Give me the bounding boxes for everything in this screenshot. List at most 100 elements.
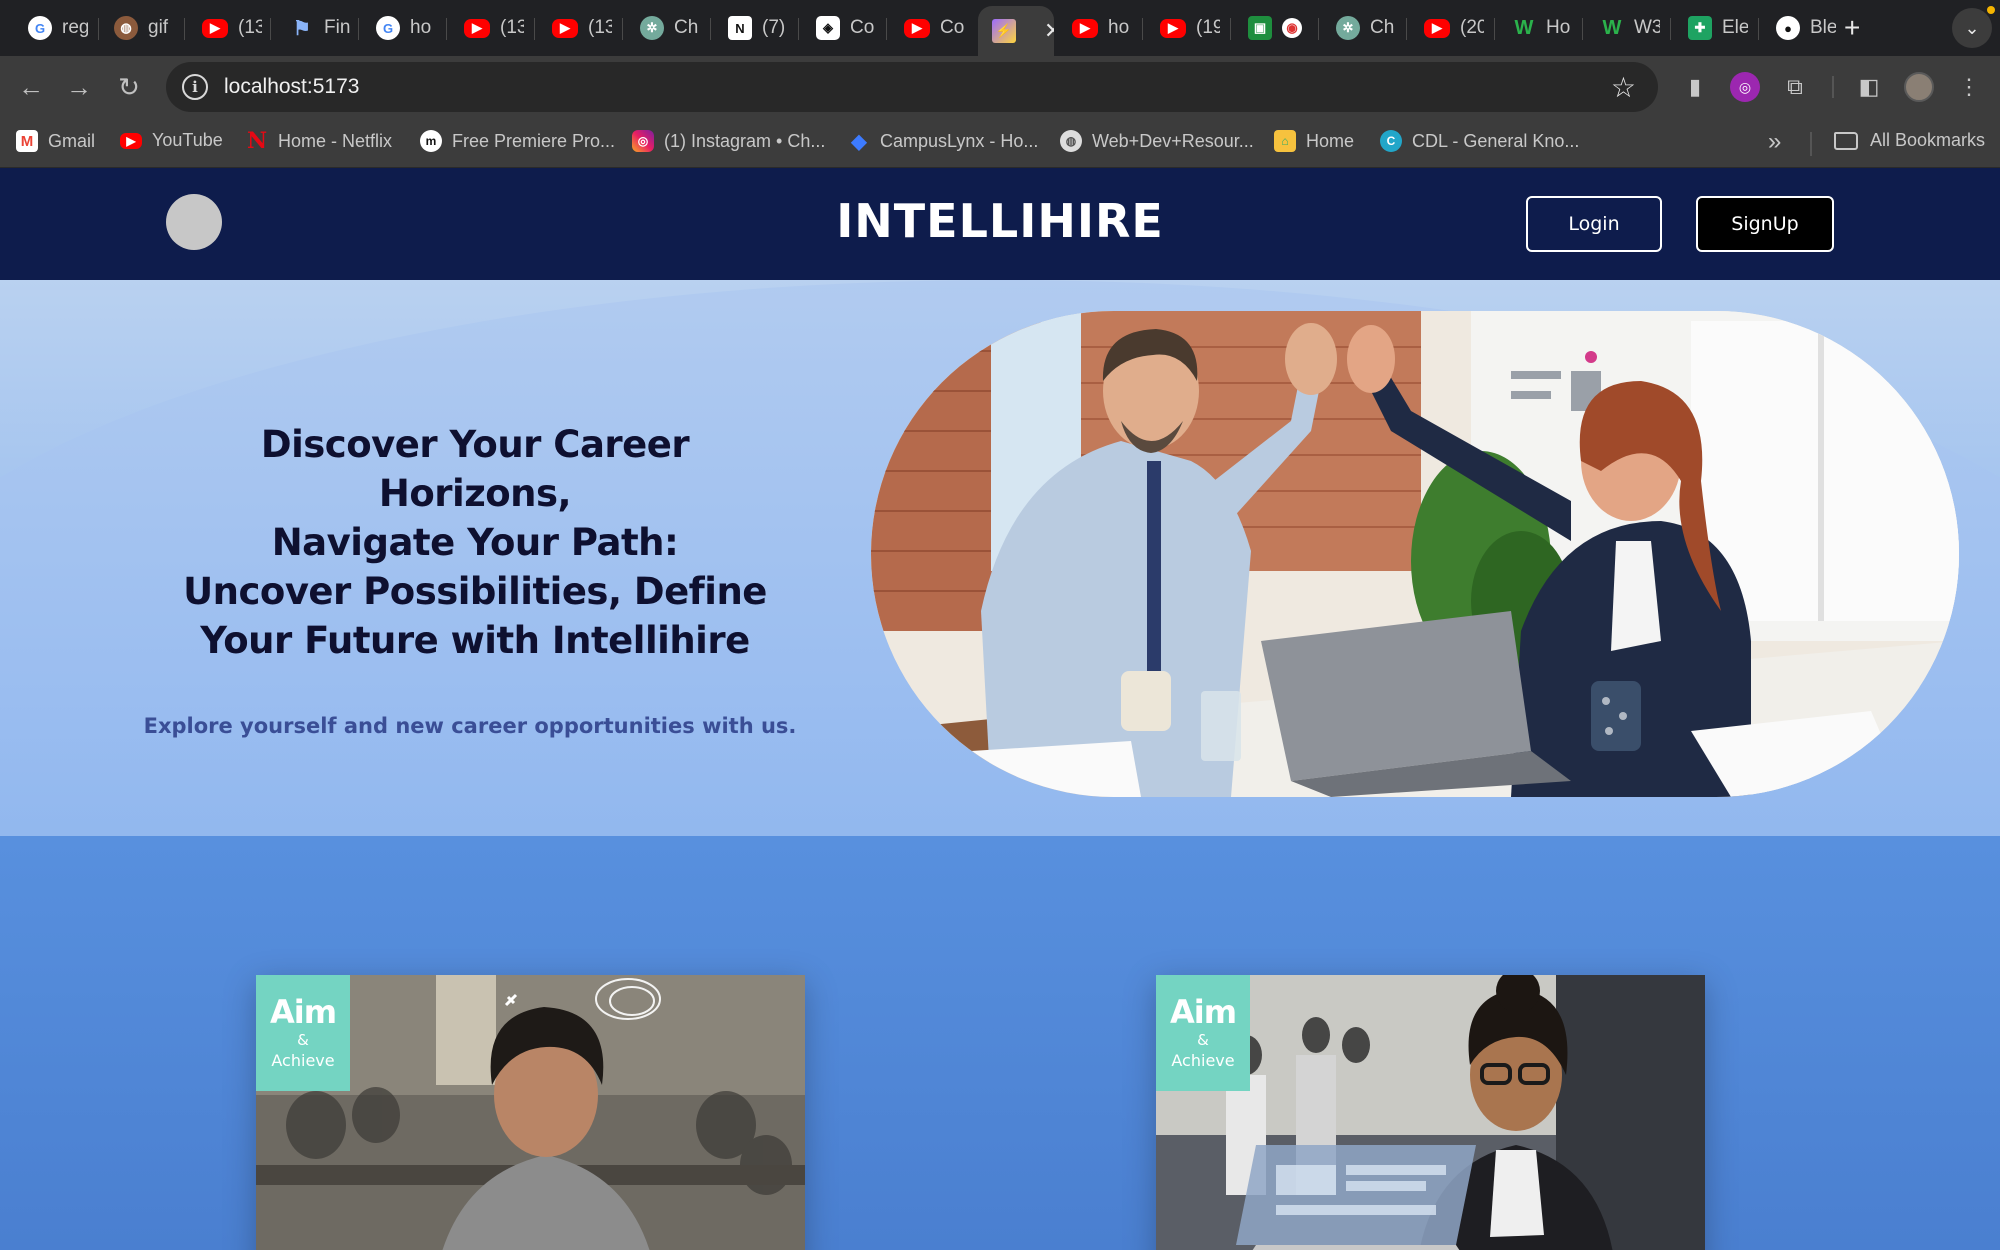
tab-search-menu-button[interactable]: ⌄	[1952, 8, 1992, 48]
home-icon: ⌂	[1274, 130, 1296, 152]
tab-title: Ch	[1370, 17, 1395, 38]
back-button[interactable]: ←	[12, 68, 50, 106]
signup-button[interactable]: SignUp	[1696, 196, 1834, 252]
address-bar[interactable]: i localhost:5173 ☆	[166, 62, 1658, 112]
page-viewport: INTELLIHIRE Login SignUp Discover Your C…	[0, 168, 2000, 1250]
youtube-icon: ▶	[1160, 18, 1186, 38]
new-tab-button[interactable]: +	[1844, 12, 1860, 44]
tab-title: Fin	[324, 17, 350, 38]
bookmark-cdl[interactable]: C CDL - General Kno...	[1380, 130, 1579, 152]
gmail-icon: M	[16, 130, 38, 152]
aim-achieve-badge: Aim & Achieve	[1156, 975, 1250, 1091]
tab-reg[interactable]: Greg	[14, 10, 88, 46]
site-header: INTELLIHIRE Login SignUp	[0, 168, 2000, 280]
extension-icon[interactable]: ▮	[1680, 72, 1710, 102]
tab-youtube-6[interactable]: ▶ (19	[1146, 10, 1220, 46]
tab-google-ho[interactable]: Gho	[362, 10, 436, 46]
arrow-left-icon: ←	[18, 71, 44, 102]
browser-tab-strip: Greg ◍ gif ▶ (13 ⚑ Fin Gho ▶ (13 ▶ (13 ✲ Ch N (…	[0, 0, 2000, 56]
tab-notion[interactable]: N (7)	[714, 10, 788, 46]
login-button[interactable]: Login	[1526, 196, 1662, 252]
bookmark-label: Home - Netflix	[278, 130, 393, 151]
forward-button[interactable]: →	[60, 68, 98, 106]
bookmark-premiere[interactable]: m Free Premiere Pro...	[420, 130, 615, 152]
tab-w3-1[interactable]: W Ho	[1498, 10, 1572, 46]
all-bookmarks-button[interactable]: All Bookmarks	[1834, 130, 1985, 151]
tab-title: Co	[850, 17, 875, 38]
site-info-icon[interactable]: i	[182, 74, 208, 100]
sheets-icon: ✚	[1688, 16, 1712, 40]
tab-youtube-7[interactable]: ▶ (20	[1410, 10, 1484, 46]
tab-title: (13	[500, 17, 524, 38]
hero-photo-highfive	[871, 311, 1959, 797]
tab-chatgpt-1[interactable]: ✲ Ch	[626, 10, 700, 46]
codepen-icon: ◈	[816, 16, 840, 40]
tab-separator	[1670, 18, 1671, 40]
w3-icon: W	[1602, 16, 1622, 39]
tab-separator	[534, 18, 535, 40]
badge-ampersand: &	[1197, 1031, 1209, 1049]
folder-icon	[1834, 131, 1858, 150]
reload-button[interactable]: ↻	[110, 68, 148, 106]
close-icon[interactable]: ✕	[1044, 18, 1054, 44]
bookmark-webdev[interactable]: ◍ Web+Dev+Resour...	[1060, 130, 1254, 152]
globe-icon: ◍	[114, 16, 138, 40]
kebab-menu-icon[interactable]: ⋮	[1954, 72, 1984, 102]
bookmark-label: Web+Dev+Resour...	[1092, 130, 1254, 151]
tab-meet[interactable]: ▣ ◉	[1234, 10, 1308, 46]
puzzle-icon[interactable]: ⧉	[1780, 72, 1810, 102]
bookmark-home[interactable]: ⌂ Home	[1274, 130, 1354, 152]
tab-title: (7)	[762, 17, 786, 38]
more-bookmarks-button[interactable]: »	[1768, 128, 1781, 156]
tab-youtube-5[interactable]: ▶ ho	[1058, 10, 1132, 46]
cdl-icon: C	[1380, 130, 1402, 152]
hero-section: Discover Your Career Horizons, Navigate …	[0, 280, 2000, 836]
tab-codepen[interactable]: ◈ Co	[802, 10, 876, 46]
address-url[interactable]: localhost:5173	[224, 75, 359, 99]
badge-subtitle: Achieve	[1171, 1051, 1235, 1070]
feature-card-student[interactable]: Aim & Achieve	[256, 975, 805, 1250]
notification-dot	[1987, 6, 1995, 14]
feature-card-professional[interactable]: Aim & Achieve	[1156, 975, 1705, 1250]
side-panel-icon[interactable]: ◧	[1854, 72, 1884, 102]
extension-purple-icon[interactable]: ◎	[1730, 72, 1760, 102]
tab-sheets[interactable]: ✚ Ele	[1674, 10, 1748, 46]
profile-avatar[interactable]	[1904, 72, 1934, 102]
toolbar-divider	[1832, 76, 1834, 98]
bookmark-instagram[interactable]: ◎ (1) Instagram • Ch...	[632, 130, 825, 152]
bookmark-star-icon[interactable]: ☆	[1611, 71, 1636, 104]
youtube-icon: ▶	[552, 18, 578, 38]
tab-fin[interactable]: ⚑ Fin	[276, 10, 350, 46]
tab-title: Ele	[1722, 17, 1748, 38]
tab-separator	[1142, 18, 1143, 40]
bookmark-label: YouTube	[152, 130, 223, 150]
google-icon: G	[28, 16, 52, 40]
tab-youtube-3[interactable]: ▶ (13	[538, 10, 612, 46]
tab-youtube-1[interactable]: ▶ (13	[188, 10, 262, 46]
tab-w3-2[interactable]: W W3	[1586, 10, 1660, 46]
youtube-icon: ▶	[1072, 18, 1098, 38]
bookmark-youtube[interactable]: ▶ YouTube	[120, 130, 223, 151]
tab-separator	[1230, 18, 1231, 40]
tab-medium[interactable]: ● Ble	[1762, 10, 1836, 46]
tab-title: Ch	[674, 17, 699, 38]
tab-gif[interactable]: ◍ gif	[100, 10, 174, 46]
tab-youtube-2[interactable]: ▶ (13	[450, 10, 524, 46]
tab-separator	[270, 18, 271, 40]
bookmark-campuslynx[interactable]: ◆ CampusLynx - Ho...	[848, 130, 1039, 153]
youtube-icon: ▶	[464, 18, 490, 38]
bookmark-label: CDL - General Kno...	[1412, 130, 1580, 151]
tab-active-localhost[interactable]: ⚡ ✕	[978, 6, 1054, 56]
tab-youtube-4[interactable]: ▶ Co	[890, 10, 964, 46]
bookmark-gmail[interactable]: M Gmail	[16, 130, 95, 152]
bookmark-label: CampusLynx - Ho...	[880, 130, 1039, 151]
tab-separator	[886, 18, 887, 40]
tab-separator	[1318, 18, 1319, 40]
tab-separator	[98, 18, 99, 40]
tab-title: Ble	[1810, 17, 1836, 38]
tab-chatgpt-2[interactable]: ✲ Ch	[1322, 10, 1396, 46]
bookmark-netflix[interactable]: N Home - Netflix	[246, 128, 393, 154]
tab-title: (20	[1460, 17, 1484, 38]
w3-icon: W	[1514, 16, 1534, 39]
chevron-down-icon: ⌄	[1964, 17, 1980, 38]
